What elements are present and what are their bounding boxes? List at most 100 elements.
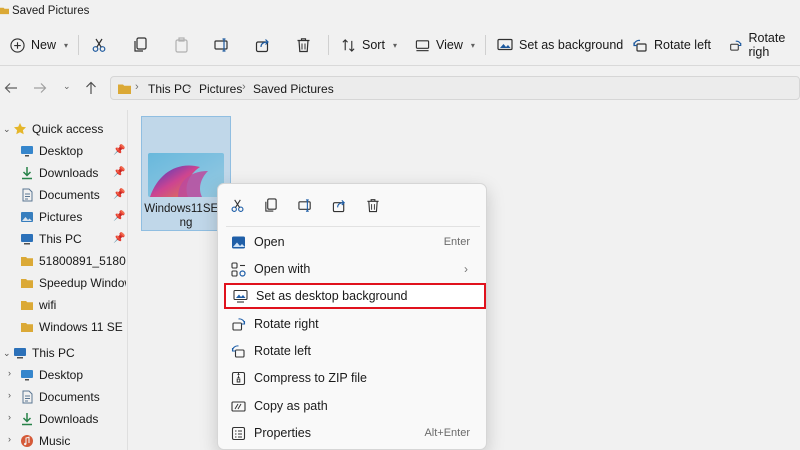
menu-item-open[interactable]: Open Enter: [222, 229, 484, 255]
rotate-left-button[interactable]: Rotate left: [632, 24, 711, 66]
share-button[interactable]: [255, 24, 271, 66]
menu-item-compress-zip[interactable]: Compress to ZIP file: [222, 365, 484, 391]
sort-button[interactable]: Sort ▾: [341, 24, 397, 66]
menu-copy-button[interactable]: [261, 195, 281, 215]
rotate-right-button[interactable]: Rotate righ: [729, 24, 800, 66]
nav-item-documents[interactable]: Documents: [20, 184, 100, 206]
menu-item-rotate-right[interactable]: Rotate right: [222, 311, 484, 337]
scissors-icon: [92, 38, 106, 52]
nav-pc-documents[interactable]: Documents: [20, 386, 100, 408]
pin-icon[interactable]: 📌: [113, 145, 125, 156]
nav-quick-access[interactable]: Quick access: [13, 118, 103, 140]
sort-icon: [342, 38, 355, 52]
rotate-left-icon: [633, 39, 647, 52]
menu-rename-button[interactable]: [295, 195, 315, 215]
folder-icon: [21, 279, 33, 288]
nav-item-speedup-windows[interactable]: Speedup Windows: [20, 272, 126, 294]
nav-item-downloads[interactable]: Downloads: [20, 162, 98, 184]
context-menu-icon-bar: [218, 184, 488, 226]
pin-icon[interactable]: 📌: [113, 167, 125, 178]
chevron-right-icon: ›: [135, 81, 139, 93]
nav-this-pc[interactable]: This PC: [13, 342, 75, 364]
star-icon: [14, 123, 26, 135]
copy-path-icon: [231, 401, 246, 412]
rotate-right-icon: [730, 40, 742, 51]
cut-button[interactable]: [91, 24, 107, 66]
menu-label: Rotate left: [254, 344, 311, 358]
trash-icon: [297, 38, 310, 53]
toolbar-divider: [485, 35, 486, 55]
pc-icon: [14, 348, 26, 359]
nav-item-pictures[interactable]: Pictures: [20, 206, 82, 228]
rename-icon: [297, 198, 311, 212]
nav-label: wifi: [39, 298, 57, 312]
nav-pc-downloads[interactable]: Downloads: [20, 408, 98, 430]
pictures-icon: [21, 212, 33, 222]
paste-icon: [175, 37, 188, 53]
nav-item-desktop[interactable]: Desktop: [20, 140, 83, 162]
chevron-right-icon: ›: [242, 81, 246, 93]
menu-item-rotate-left[interactable]: Rotate left: [222, 338, 484, 364]
image-thumbnail: [148, 153, 224, 197]
nav-item-this-pc-shortcut[interactable]: This PC: [20, 228, 82, 250]
folder-icon: [0, 7, 9, 15]
chevron-down-icon[interactable]: ⌄: [3, 348, 11, 359]
chevron-right-icon[interactable]: ›: [8, 368, 11, 378]
nav-label: Downloads: [39, 412, 99, 426]
pin-icon[interactable]: 📌: [113, 211, 125, 222]
rotate-right-label: Rotate righ: [748, 31, 786, 59]
breadcrumb-this-pc[interactable]: This PC: [148, 82, 191, 96]
recent-locations-chevron-icon[interactable]: ⌄: [63, 81, 71, 92]
delete-button[interactable]: [296, 24, 311, 66]
menu-item-open-with[interactable]: Open with ›: [222, 256, 484, 282]
chevron-right-icon[interactable]: ›: [8, 412, 11, 422]
pin-icon[interactable]: 📌: [113, 189, 125, 200]
nav-pc-desktop[interactable]: Desktop: [20, 364, 83, 386]
menu-cut-button[interactable]: [227, 195, 247, 215]
nav-pc-music[interactable]: Music: [20, 430, 70, 450]
menu-label: Open: [254, 235, 285, 249]
menu-item-copy-as-path[interactable]: Copy as path: [222, 393, 484, 419]
new-button[interactable]: New ▾: [10, 24, 68, 66]
breadcrumb-saved-pictures[interactable]: Saved Pictures: [253, 82, 334, 96]
nav-label: Speedup Windows: [39, 276, 126, 290]
menu-share-button[interactable]: [329, 195, 349, 215]
menu-label: Compress to ZIP file: [254, 371, 368, 385]
menu-shortcut: Enter: [443, 236, 470, 248]
nav-item-folder-51800891[interactable]: 51800891_51800916: [20, 250, 126, 272]
chevron-down-icon: ▾: [64, 40, 69, 50]
download-icon: [22, 413, 32, 426]
folder-icon: [21, 257, 33, 266]
menu-item-set-as-desktop-background[interactable]: Set as desktop background: [224, 283, 486, 309]
copy-icon: [134, 37, 147, 52]
menu-item-properties[interactable]: Properties Alt+Enter: [222, 420, 484, 446]
copy-icon: [265, 197, 277, 212]
scissors-icon: [231, 199, 243, 212]
pin-icon[interactable]: 📌: [113, 233, 125, 244]
chevron-right-icon[interactable]: ›: [8, 390, 11, 400]
set-as-background-button[interactable]: Set as background: [497, 24, 623, 66]
nav-label: This PC: [32, 346, 75, 360]
view-button[interactable]: View ▾: [415, 24, 475, 66]
menu-label: Properties: [254, 426, 311, 440]
forward-arrow-icon[interactable]: [33, 82, 47, 94]
nav-item-wifi[interactable]: wifi: [20, 294, 56, 316]
copy-button[interactable]: [133, 24, 148, 66]
menu-delete-button[interactable]: [363, 195, 383, 215]
chevron-down-icon[interactable]: ⌄: [3, 124, 11, 135]
desktop-icon: [21, 146, 33, 157]
nav-label: Pictures: [39, 210, 83, 224]
chevron-right-icon[interactable]: ›: [8, 434, 11, 444]
paste-button[interactable]: [174, 24, 189, 66]
nav-label: Desktop: [39, 368, 84, 382]
nav-label: Documents: [39, 188, 100, 202]
download-icon: [22, 167, 32, 180]
address-bar[interactable]: › This PC › Pictures › Saved Pictures: [110, 76, 800, 100]
set-background-icon: [233, 289, 248, 303]
folder-icon: [21, 301, 33, 310]
rename-button[interactable]: [214, 24, 230, 66]
breadcrumb-pictures[interactable]: Pictures: [199, 82, 242, 96]
nav-item-windows-11-se[interactable]: Windows 11 SE: [20, 316, 123, 338]
back-arrow-icon[interactable]: [4, 82, 18, 94]
up-arrow-icon[interactable]: [85, 81, 97, 95]
